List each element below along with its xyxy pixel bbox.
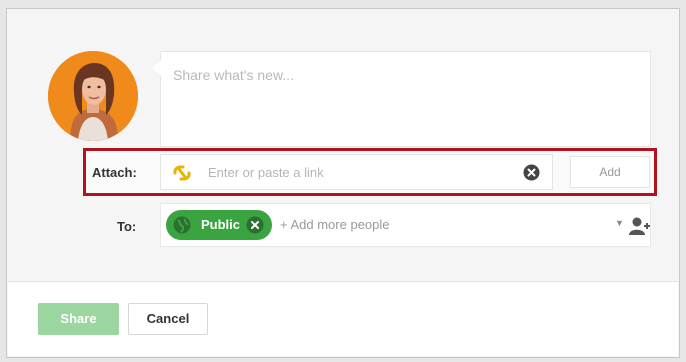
add-people-input[interactable]: + Add more people (280, 217, 390, 232)
link-input[interactable]: Enter or paste a link (160, 154, 553, 190)
link-placeholder: Enter or paste a link (208, 165, 324, 180)
public-chip[interactable]: Public (166, 210, 272, 240)
attach-label: Attach: (92, 165, 137, 180)
to-label: To: (117, 219, 137, 234)
recipients-field[interactable]: Public + Add more people ▼ (160, 203, 651, 247)
add-link-button[interactable]: Add (570, 156, 650, 188)
cancel-button[interactable]: Cancel (128, 303, 208, 335)
avatar (48, 51, 138, 141)
add-person-icon[interactable] (629, 217, 651, 242)
public-chip-label: Public (201, 217, 241, 232)
share-placeholder: Share what's new... (173, 67, 294, 83)
share-dialog: Share what's new... Attach: Enter or pas… (6, 8, 680, 358)
close-icon[interactable] (246, 216, 264, 237)
chevron-down-icon[interactable]: ▼ (615, 218, 624, 228)
share-button[interactable]: Share (38, 303, 119, 335)
globe-icon (173, 216, 191, 237)
share-text-area[interactable]: Share what's new... (152, 51, 651, 147)
clear-icon[interactable] (523, 164, 540, 186)
link-icon (171, 163, 193, 188)
avatar-photo (48, 51, 138, 141)
